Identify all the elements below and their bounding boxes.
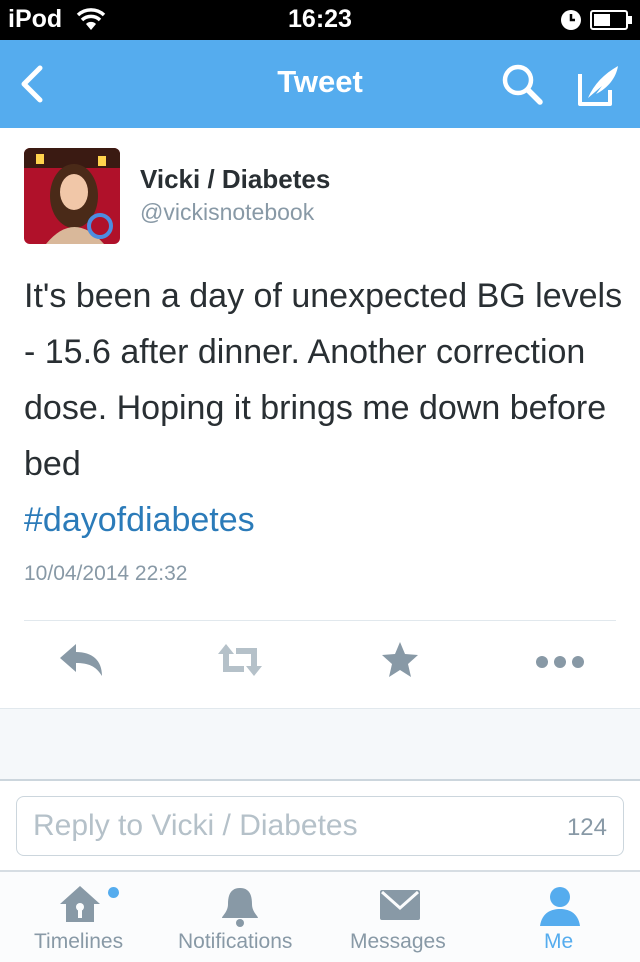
tweet-timestamp: 10/04/2014 22:32 bbox=[24, 562, 188, 585]
reply-icon[interactable] bbox=[56, 640, 116, 690]
person-icon bbox=[538, 884, 582, 933]
tab-messages[interactable]: Messages bbox=[320, 872, 480, 962]
more-icon[interactable] bbox=[534, 640, 594, 690]
status-time: 16:23 bbox=[288, 5, 352, 33]
page-title: Tweet bbox=[277, 64, 363, 99]
avatar[interactable] bbox=[24, 148, 120, 244]
notification-dot bbox=[108, 887, 119, 898]
favorite-icon[interactable] bbox=[380, 640, 440, 690]
status-bar: iPod 16:23 bbox=[0, 0, 640, 40]
hashtag-link[interactable]: #dayofdiabetes bbox=[24, 492, 255, 548]
reply-placeholder: Reply to Vicki / Diabetes bbox=[33, 809, 358, 842]
tweet-text: It's been a day of unexpected BG levels … bbox=[24, 277, 623, 483]
tab-timelines[interactable]: Timelines bbox=[0, 872, 160, 962]
home-icon bbox=[58, 884, 102, 929]
tab-bar: Timelines Notifications Messages Me bbox=[0, 870, 640, 962]
retweet-icon[interactable] bbox=[212, 640, 272, 690]
bell-icon bbox=[218, 884, 262, 933]
author-handle[interactable]: @vickisnotebook bbox=[140, 199, 314, 226]
tweet-detail: Vicki / Diabetes @vickisnotebook It's be… bbox=[0, 128, 640, 708]
nav-bar: Tweet bbox=[0, 40, 640, 128]
tab-label: Notifications bbox=[178, 930, 293, 953]
compose-icon[interactable] bbox=[576, 62, 622, 108]
battery-icon bbox=[590, 8, 634, 37]
tab-label: Timelines bbox=[34, 930, 124, 953]
orientation-lock-icon bbox=[559, 8, 583, 37]
envelope-icon bbox=[378, 884, 422, 929]
reply-input[interactable]: Reply to Vicki / Diabetes 124 bbox=[16, 796, 624, 856]
search-icon[interactable] bbox=[500, 62, 544, 106]
tab-notifications[interactable]: Notifications bbox=[160, 872, 320, 962]
empty-replies-area bbox=[0, 708, 640, 781]
tab-label: Me bbox=[544, 930, 574, 953]
character-count: 124 bbox=[566, 814, 607, 841]
tab-label: Messages bbox=[350, 930, 446, 953]
divider bbox=[24, 620, 616, 621]
author-name[interactable]: Vicki / Diabetes bbox=[140, 164, 330, 195]
tab-me[interactable]: Me bbox=[480, 872, 640, 962]
